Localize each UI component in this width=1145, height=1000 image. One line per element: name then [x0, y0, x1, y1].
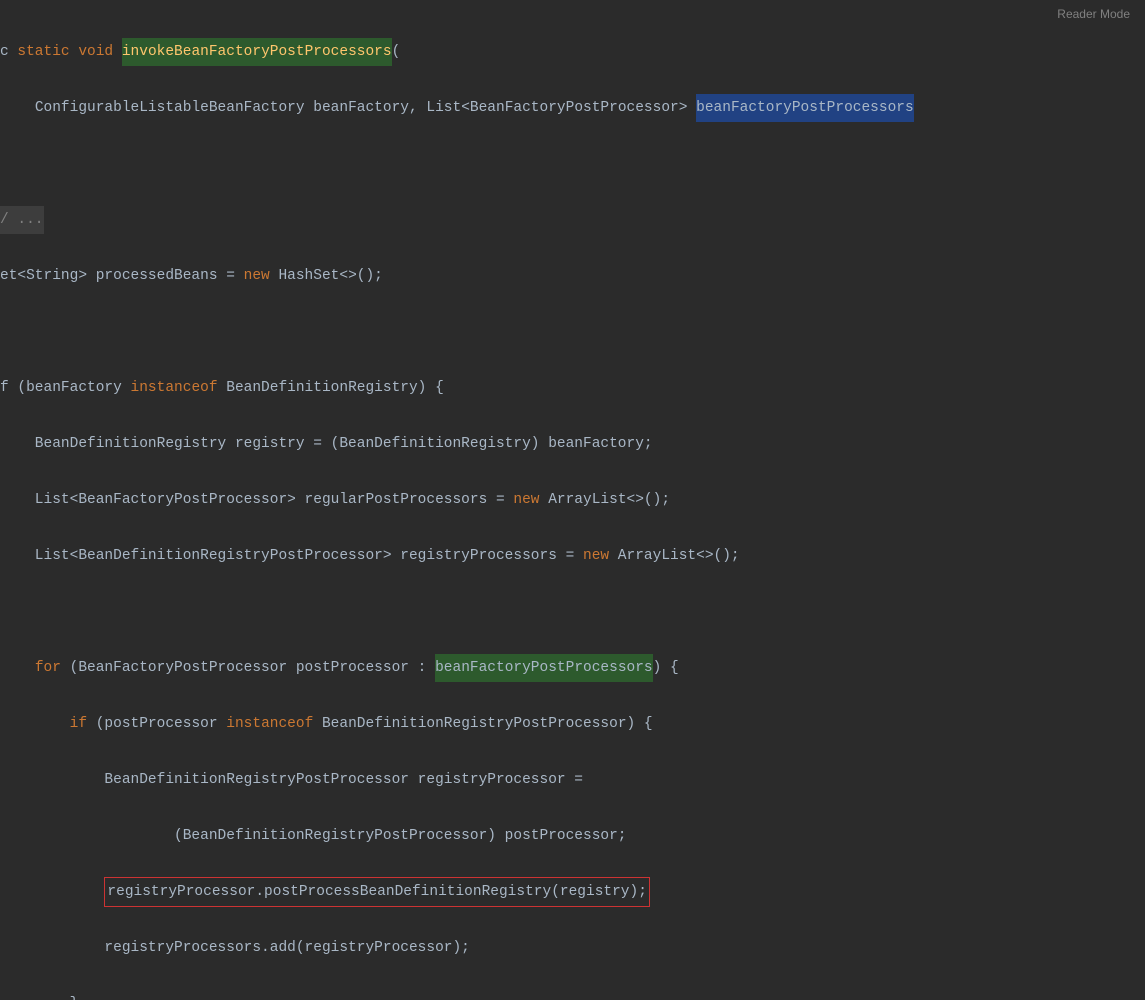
code-line-6	[0, 318, 1145, 346]
code-line-18: }	[0, 990, 1145, 1000]
reader-mode-label[interactable]: Reader Mode	[1057, 0, 1130, 28]
code-line-5: et<String> processedBeans = new HashSet<…	[0, 262, 1145, 290]
code-line-16: registryProcessor.postProcessBeanDefinit…	[0, 878, 1145, 906]
highlighted-code-box: registryProcessor.postProcessBeanDefinit…	[104, 877, 650, 907]
keyword-if: if	[70, 710, 87, 738]
keyword-void: void	[78, 38, 113, 66]
keyword-new: new	[244, 262, 270, 290]
code-line-14: BeanDefinitionRegistryPostProcessor regi…	[0, 766, 1145, 794]
code-line-15: (BeanDefinitionRegistryPostProcessor) po…	[0, 822, 1145, 850]
code-editor[interactable]: c static void invokeBeanFactoryPostProce…	[0, 0, 1145, 1000]
code-line-10: List<BeanDefinitionRegistryPostProcessor…	[0, 542, 1145, 570]
keyword-for: for	[35, 654, 61, 682]
method-name-highlight: invokeBeanFactoryPostProcessors	[122, 38, 392, 66]
comment: / ...	[0, 206, 44, 234]
code-line-8: BeanDefinitionRegistry registry = (BeanD…	[0, 430, 1145, 458]
keyword-instanceof: instanceof	[226, 710, 313, 738]
code-line-4: / ...	[0, 206, 1145, 234]
code-line-17: registryProcessors.add(registryProcessor…	[0, 934, 1145, 962]
code-line-9: List<BeanFactoryPostProcessor> regularPo…	[0, 486, 1145, 514]
param-highlight-blue: beanFactoryPostProcessors	[696, 94, 914, 122]
keyword-instanceof: instanceof	[131, 374, 218, 402]
code-line-7: f (beanFactory instanceof BeanDefinition…	[0, 374, 1145, 402]
param-highlight-green: beanFactoryPostProcessors	[435, 654, 653, 682]
keyword-new: new	[583, 542, 609, 570]
code-line-3	[0, 150, 1145, 178]
code-line-13: if (postProcessor instanceof BeanDefinit…	[0, 710, 1145, 738]
keyword-new: new	[513, 486, 539, 514]
code-line-1: c static void invokeBeanFactoryPostProce…	[0, 38, 1145, 66]
code-line-12: for (BeanFactoryPostProcessor postProces…	[0, 654, 1145, 682]
code-line-2: ConfigurableListableBeanFactory beanFact…	[0, 94, 1145, 122]
code-line-11	[0, 598, 1145, 626]
keyword-static: static	[17, 38, 69, 66]
